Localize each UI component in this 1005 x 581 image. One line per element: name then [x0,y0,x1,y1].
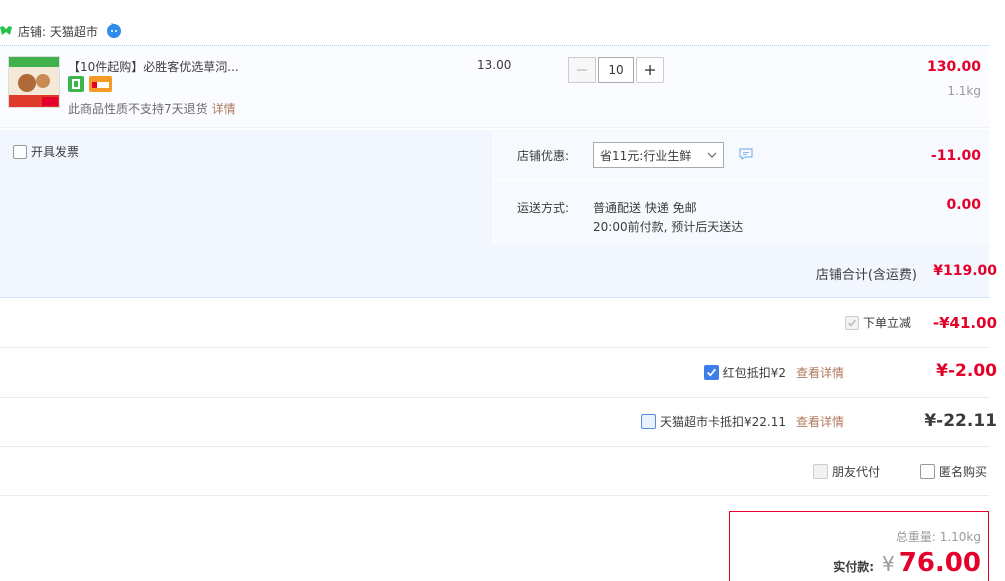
row-divider [0,347,989,348]
instant-discount-amount: -¥41.00 [932,314,997,332]
no-return-notice: 此商品性质不支持7天退货 详情 [68,100,236,117]
row-divider [0,495,989,496]
tmall-card-detail-link[interactable]: 查看详情 [796,413,844,430]
anonymous-purchase-option[interactable]: 匿名购买 [920,463,987,480]
invoice-label: 开具发票 [31,145,80,159]
message-icon[interactable] [739,148,753,160]
total-weight: 总重量: 1.10kg [895,530,981,544]
red-packet-amount: ¥-2.00 [936,361,997,381]
increase-quantity-button[interactable] [636,57,664,83]
item-title[interactable]: 【10件起购】必胜客优选草泀... [68,58,239,75]
product-thumbnail[interactable] [8,56,60,108]
plus-icon [645,65,655,75]
shipping-eta: 20:00前付款, 预计后天送达 [593,220,744,234]
store-promo-selected: 省11元:行业生鲜 [600,148,692,163]
anonymous-purchase-checkbox[interactable] [920,464,935,479]
quantity-stepper: 10 [568,57,664,83]
tmall-card-checkbox[interactable] [640,414,656,429]
anonymous-purchase-label: 匿名购买 [939,465,988,479]
panel-divider [493,180,989,181]
actual-payment-amount: 76.00 [898,548,981,578]
item-weight: 1.1kg [947,84,981,98]
tmall-card-option: 天猫超市卡抵扣¥22.11 查看详情 [640,413,844,430]
store-promo-amount: -11.00 [930,148,981,164]
tmall-card-amount: ¥-22.11 [924,411,997,431]
shipping-method-label: 运送方式: [517,201,570,215]
row-divider [0,446,989,447]
product-image [9,57,59,107]
quantity-input[interactable]: 10 [598,57,634,83]
shipping-method-value: 普通配送 快递 免邮 [593,201,697,215]
red-packet-label: 红包抵扣¥2 [722,366,786,380]
wangwang-chat-icon[interactable] [106,23,122,39]
instant-discount-label: 下单立减 [862,316,911,330]
tmall-card-label: 天猫超市卡抵扣¥22.11 [659,415,786,429]
store-total-label: 店铺合计(含运费) [815,268,917,283]
red-packet-checkbox[interactable] [703,365,719,380]
store-name[interactable]: 店铺: 天猫超市 [18,23,98,40]
tmall-store-icon [0,26,12,35]
store-promo-label: 店铺优惠: [517,149,570,163]
credit-card-badge-icon [89,76,112,92]
friend-pay-checkbox [813,464,828,479]
no-return-detail-link[interactable]: 详情 [212,102,236,116]
store-header: 店铺: 天猫超市 [0,18,122,44]
instant-discount-checkbox [844,315,859,330]
check-icon [847,319,857,327]
store-promo-select[interactable]: 省11元:行业生鲜 [593,142,724,168]
currency-symbol: ¥ [882,552,895,576]
store-total-value: ¥119.00 [933,263,997,279]
friend-pay-option: 朋友代付 [813,463,880,480]
instant-discount-option: 下单立减 [844,314,911,331]
panel-divider-vertical [493,131,494,245]
row-divider [0,397,989,398]
actual-payment: 实付款: ¥ 76.00 [833,548,981,578]
invoice-checkbox-box[interactable] [13,144,27,159]
service-badge-icon [68,76,84,92]
red-packet-detail-link[interactable]: 查看详情 [796,364,844,381]
chevron-down-icon [707,152,717,158]
check-icon [706,368,716,377]
shipping-amount: 0.00 [946,197,981,213]
friend-pay-label: 朋友代付 [832,465,881,479]
item-total-price: 130.00 [926,59,981,75]
minus-icon [577,69,587,71]
unit-price: 13.00 [477,58,512,72]
invoice-checkbox[interactable]: 开具发票 [13,143,79,160]
decrease-quantity-button[interactable] [568,57,596,83]
no-return-text: 此商品性质不支持7天退货 [68,102,208,116]
red-packet-option: 红包抵扣¥2 查看详情 [703,364,844,381]
actual-payment-label: 实付款: [833,560,875,574]
